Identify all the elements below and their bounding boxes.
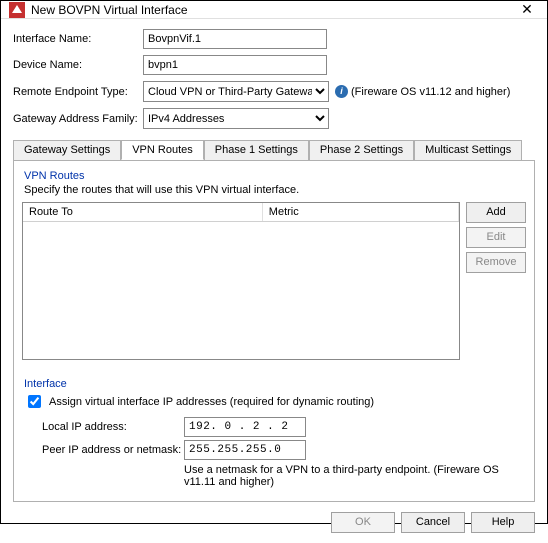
tab-gateway-settings[interactable]: Gateway Settings: [13, 140, 121, 160]
tab-row: Gateway Settings VPN Routes Phase 1 Sett…: [13, 140, 535, 161]
tab-phase1-settings[interactable]: Phase 1 Settings: [204, 140, 309, 160]
titlebar: New BOVPN Virtual Interface ✕: [1, 1, 547, 19]
peer-ip-field[interactable]: [184, 440, 306, 460]
cancel-button[interactable]: Cancel: [401, 512, 465, 533]
tab-vpn-routes[interactable]: VPN Routes: [121, 140, 204, 160]
local-ip-field[interactable]: [184, 417, 306, 437]
device-name-label: Device Name:: [13, 59, 143, 71]
remote-endpoint-note: i (Fireware OS v11.12 and higher): [335, 85, 510, 98]
tab-panel-vpn-routes: VPN Routes Specify the routes that will …: [13, 160, 535, 502]
peer-ip-label: Peer IP address or netmask:: [42, 444, 184, 456]
assign-ip-checkbox[interactable]: [28, 395, 41, 408]
info-icon: i: [335, 85, 348, 98]
ok-button[interactable]: OK: [331, 512, 395, 533]
interface-name-label: Interface Name:: [13, 33, 143, 45]
vpn-routes-desc: Specify the routes that will use this VP…: [24, 184, 526, 196]
tab-phase2-settings[interactable]: Phase 2 Settings: [309, 140, 414, 160]
add-button[interactable]: Add: [466, 202, 526, 223]
local-ip-label: Local IP address:: [42, 421, 184, 433]
tab-multicast-settings[interactable]: Multicast Settings: [414, 140, 522, 160]
edit-button: Edit: [466, 227, 526, 248]
app-icon: [9, 2, 25, 18]
help-button[interactable]: Help: [471, 512, 535, 533]
interface-name-field[interactable]: [143, 29, 327, 49]
gateway-family-select[interactable]: IPv4 Addresses: [143, 108, 329, 129]
interface-group-title: Interface: [24, 378, 526, 390]
close-icon[interactable]: ✕: [515, 1, 539, 18]
col-metric: Metric: [263, 203, 459, 221]
peer-ip-note: Use a netmask for a VPN to a third-party…: [184, 464, 526, 488]
col-route-to: Route To: [23, 203, 263, 221]
assign-ip-label: Assign virtual interface IP addresses (r…: [49, 396, 374, 408]
routes-table-header: Route To Metric: [23, 203, 459, 222]
vpn-routes-group-title: VPN Routes: [24, 170, 526, 182]
dialog-window: New BOVPN Virtual Interface ✕ Interface …: [0, 0, 548, 524]
gateway-family-label: Gateway Address Family:: [13, 113, 143, 125]
routes-table[interactable]: Route To Metric: [22, 202, 460, 360]
tabs-wrap: Gateway Settings VPN Routes Phase 1 Sett…: [1, 139, 547, 502]
remote-endpoint-select[interactable]: Cloud VPN or Third-Party Gateway: [143, 81, 329, 102]
remote-endpoint-label: Remote Endpoint Type:: [13, 86, 143, 98]
dialog-footer: OK Cancel Help: [1, 502, 547, 543]
device-name-field[interactable]: [143, 55, 327, 75]
remove-button: Remove: [466, 252, 526, 273]
window-title: New BOVPN Virtual Interface: [31, 3, 515, 17]
form-area: Interface Name: Device Name: Remote Endp…: [1, 19, 547, 139]
